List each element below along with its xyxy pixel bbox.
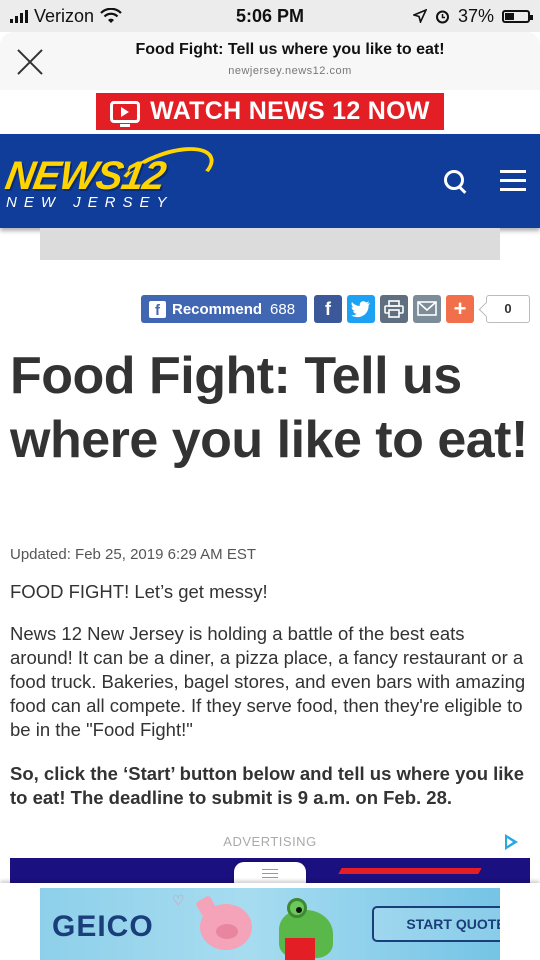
browser-header: Food Fight: Tell us where you like to ea… <box>0 32 540 90</box>
adchoices-icon[interactable] <box>503 833 519 851</box>
location-arrow-icon <box>412 9 427 23</box>
watch-news-label: WATCH NEWS 12 NOW <box>150 97 430 125</box>
facebook-icon: f <box>149 300 166 319</box>
article-paragraph: FOOD FIGHT! Let’s get messy! <box>10 581 268 602</box>
facebook-share-icon[interactable]: f <box>314 295 342 323</box>
share-count-box: 0 <box>486 295 530 323</box>
browser-domain: newjersey.news12.com <box>228 65 352 77</box>
article-paragraph: News 12 New Jersey is holding a battle o… <box>10 623 526 740</box>
twitter-share-icon[interactable] <box>347 295 375 323</box>
article-updated-date: Updated: Feb 25, 2019 6:29 AM EST <box>10 546 256 563</box>
carrier-label: Verizon <box>34 5 95 26</box>
battery-percent: 37% <box>457 5 494 26</box>
heart-icon: ♡ <box>172 892 185 908</box>
advertising-label: ADVERTISING <box>223 834 317 849</box>
recommend-label: Recommend <box>172 300 263 318</box>
wifi-icon <box>100 8 122 23</box>
print-share-icon[interactable] <box>380 295 408 323</box>
facebook-recommend-button[interactable]: f Recommend 688 <box>141 295 307 323</box>
hamburger-menu-icon[interactable] <box>500 170 526 192</box>
geico-logo: GEICO <box>52 910 154 943</box>
article-headline: Food Fight: Tell us where you like to ea… <box>10 347 528 469</box>
signal-icon <box>10 9 28 23</box>
status-left: Verizon <box>10 6 190 27</box>
article-paragraph-bold: So, click the ‘Start’ button below and t… <box>10 763 524 808</box>
pig-illustration <box>190 894 260 954</box>
close-icon[interactable] <box>16 47 46 77</box>
start-quote-button[interactable]: START QUOTE <box>372 906 500 942</box>
share-bar: f Recommend 688 f + 0 <box>0 295 540 325</box>
logo-sub-text: NEW JERSEY <box>6 194 174 211</box>
site-header: NEWS12 NEW JERSEY <box>0 134 540 228</box>
news12-logo[interactable]: NEWS12 NEW JERSEY <box>2 136 224 212</box>
tv-play-icon <box>110 100 141 127</box>
logo-main-text: NEWS12 <box>2 154 169 198</box>
email-share-icon[interactable] <box>413 295 441 323</box>
watch-news-button[interactable]: WATCH NEWS 12 NOW <box>96 93 444 130</box>
gecko-illustration <box>265 892 345 960</box>
browser-page-title: Food Fight: Tell us where you like to ea… <box>135 41 445 58</box>
status-bar: Verizon 5:06 PM 37% <box>0 0 540 32</box>
battery-icon <box>502 9 533 23</box>
more-share-icon[interactable]: + <box>446 295 474 323</box>
ad-placeholder <box>40 228 500 260</box>
status-right: 37% <box>350 5 533 27</box>
status-time: 5:06 PM <box>235 5 305 26</box>
watch-banner-area: WATCH NEWS 12 NOW <box>0 90 540 134</box>
geico-banner-ad[interactable]: GEICO ♡ START QUOTE <box>40 888 500 960</box>
search-icon[interactable] <box>444 170 468 194</box>
recommend-count: 688 <box>270 300 296 318</box>
alarm-icon <box>435 10 449 23</box>
